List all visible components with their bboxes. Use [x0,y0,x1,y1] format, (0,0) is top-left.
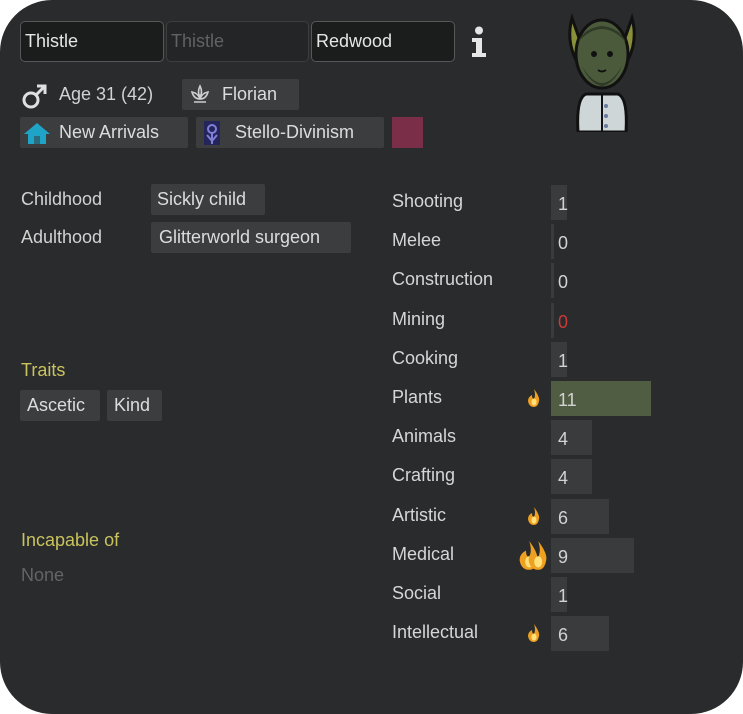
trait-chip[interactable]: Kind [107,390,162,421]
skill-name: Animals [392,426,457,447]
skill-level-value: 6 [558,625,569,646]
traits-title: Traits [21,360,66,380]
minor-passion-icon [528,389,540,407]
skill-level-bar [551,224,554,260]
minor-passion-icon [528,624,540,643]
skill-name: Crafting [392,465,456,486]
skill-name: Medical [392,543,455,564]
skill-level-value: 11 [558,390,577,410]
info-icon[interactable] [469,26,489,58]
major-passion-icon [519,540,547,570]
pawn-portrait [568,12,636,132]
skill-name: Shooting [392,191,464,211]
skill-level-value: 9 [558,546,569,567]
skill-level-value: 6 [558,507,569,528]
adulthood-label: Adulthood [21,227,103,247]
skill-name: Social [392,583,442,603]
skill-name: Construction [392,269,494,290]
skill-level-value: 0 [558,272,569,293]
skill-level-bar [551,302,554,338]
nickname-input[interactable]: Thistle [166,21,309,62]
house-icon [24,123,50,144]
favorite-color-swatch[interactable] [392,117,423,148]
last-name-input[interactable]: Redwood [311,21,455,62]
trait-chip[interactable]: Ascetic [20,390,100,421]
incapable-title: Incapable of [21,530,120,550]
adulthood-backstory[interactable]: Glitterworld surgeon [151,222,351,253]
skill-name: Mining [392,308,446,329]
first-name-input[interactable]: Thistle [20,21,164,62]
incapable-value: None [21,565,65,585]
male-icon [22,84,47,109]
skill-level-bar [551,263,554,299]
xenotype-label: Florian [222,84,278,104]
skill-name: Melee [392,230,442,251]
childhood-label: Childhood [21,189,103,209]
age-label: Age 31 (42) [59,84,154,104]
childhood-backstory[interactable]: Sickly child [151,184,265,215]
skill-name: Plants [392,387,443,407]
ideoligion-icon [204,121,220,145]
skill-level-value: 1 [558,350,569,371]
xenotype-icon [190,84,210,103]
ideoligion-chip[interactable]: Stello-Divinism [196,117,384,148]
xenotype-chip[interactable]: Florian [182,79,299,110]
skill-name: Cooking [392,347,459,368]
skill-name: Artistic [392,504,446,525]
faction-chip[interactable]: New Arrivals [20,117,188,148]
skill-level-value: 0 [558,233,569,254]
skill-level-value: 0 [558,311,569,332]
skill-level-value: 1 [558,586,569,606]
ideoligion-label: Stello-Divinism [235,122,355,142]
skill-level-value: 4 [558,429,569,450]
minor-passion-icon [528,506,540,525]
skill-level-value: 1 [558,194,569,214]
skill-level-value: 4 [558,468,569,489]
faction-label: New Arrivals [59,122,160,142]
character-panel: Thistle Thistle Redwood Age 31 (42) Flor… [0,0,743,714]
skill-name: Intellectual [392,622,479,643]
